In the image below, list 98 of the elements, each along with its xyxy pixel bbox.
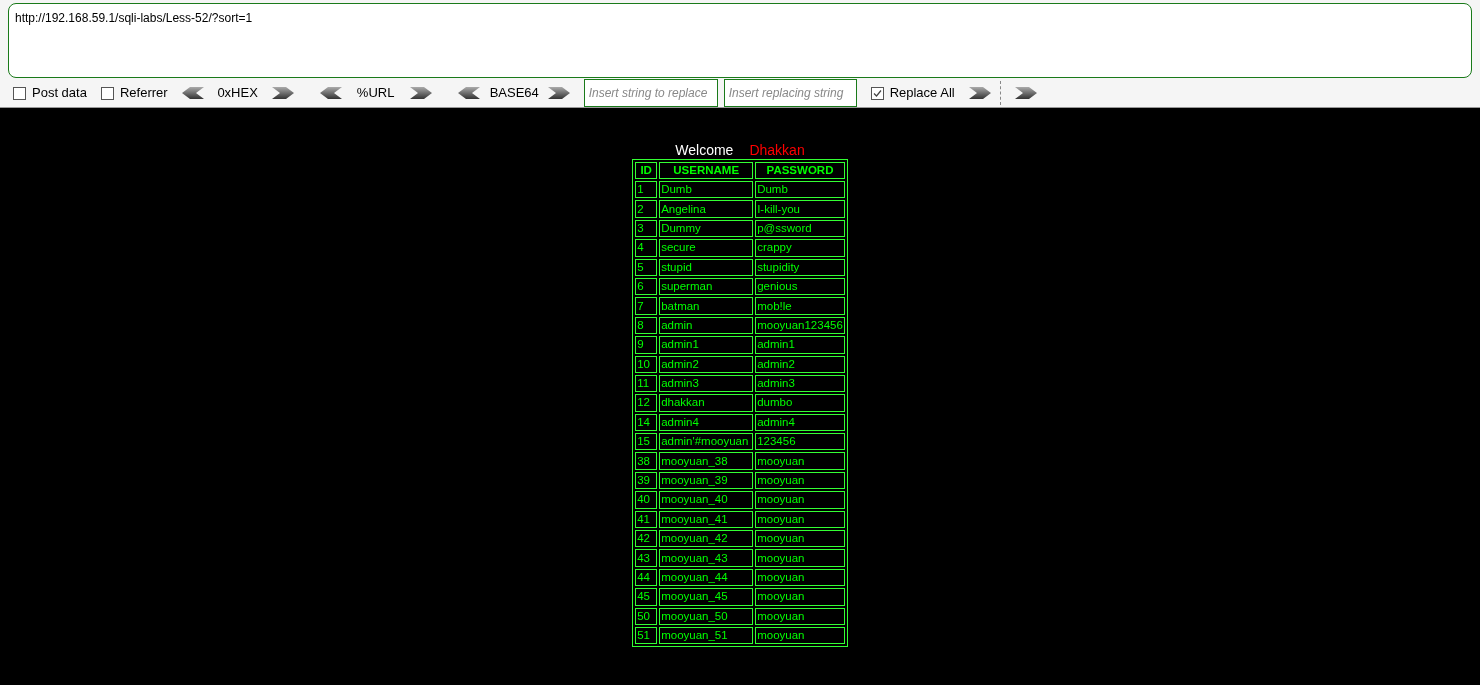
checkbox[interactable] <box>100 86 114 100</box>
encode-arrow-button[interactable] <box>547 87 570 99</box>
replace-to-field[interactable]: Insert replacing string <box>723 79 857 107</box>
table-cell: 5 <box>635 258 658 276</box>
table-cell: mooyuan <box>755 530 845 548</box>
table-cell: admin2 <box>755 355 845 373</box>
table-cell: admin4 <box>755 413 845 432</box>
table-cell: 9 <box>635 336 658 354</box>
table-cell: 41 <box>635 510 658 529</box>
table-cell: Dumb <box>755 181 845 199</box>
table-cell: mooyuan <box>755 510 845 529</box>
table-cell: 123456 <box>755 433 845 451</box>
table-cell: genious <box>755 277 845 296</box>
table-cell: 38 <box>635 452 658 470</box>
table-cell: mooyuan <box>755 607 845 625</box>
table-cell: admin3 <box>659 374 754 393</box>
table-cell: I-kill-you <box>755 200 845 218</box>
encode-arrow-button[interactable] <box>271 87 294 99</box>
checkbox-label: Replace All <box>889 84 955 103</box>
url-field[interactable]: http://192.168.59.1/sqli-labs/Less-52/?sort=1 <box>8 3 1472 78</box>
decode-arrow-button[interactable] <box>181 87 204 99</box>
table-cell: mooyuan_41 <box>659 510 754 529</box>
table-cell: 7 <box>635 297 658 315</box>
welcome-text: Welcome <box>675 142 734 158</box>
table-cell: Dumb <box>659 181 754 199</box>
table-cell: 14 <box>635 413 658 432</box>
replace-arrow-button[interactable] <box>968 87 991 99</box>
table-cell: mooyuan <box>755 452 845 470</box>
table-cell: dumbo <box>755 394 845 412</box>
table-cell: mob!le <box>755 297 845 315</box>
table-cell: 43 <box>635 549 658 567</box>
table-cell: 50 <box>635 607 658 625</box>
table-cell: crappy <box>755 239 845 257</box>
column-header: PASSWORD <box>755 162 845 179</box>
checkbox-label: Post data <box>32 84 87 103</box>
table-cell: 42 <box>635 530 658 548</box>
table-cell: admin <box>659 316 754 335</box>
checkbox[interactable] <box>13 86 26 100</box>
table-cell: 15 <box>635 433 658 451</box>
table-cell: mooyuan <box>755 627 845 645</box>
decode-arrow-button[interactable] <box>319 87 342 99</box>
checkbox[interactable] <box>870 86 884 100</box>
encoder-label: 0xHEX <box>216 84 259 103</box>
checkmark-icon <box>872 88 882 98</box>
run-arrow-button[interactable] <box>1014 87 1037 99</box>
table-cell: mooyuan <box>755 491 845 509</box>
table-cell: Angelina <box>659 200 754 218</box>
encode-arrow-button[interactable] <box>409 87 432 99</box>
table-cell: 10 <box>635 355 658 373</box>
table-cell: 45 <box>635 588 658 606</box>
table-cell: 40 <box>635 491 658 509</box>
table-cell: 1 <box>635 181 658 199</box>
table-cell: dhakkan <box>659 394 754 412</box>
table-cell: 12 <box>635 394 658 412</box>
table-cell: mooyuan_43 <box>659 549 754 567</box>
table-cell: p@ssword <box>755 219 845 238</box>
table-cell: mooyuan <box>755 588 845 606</box>
table-cell: superman <box>659 277 754 296</box>
table-cell: admin'#mooyuan <box>659 433 754 451</box>
replace-from-field[interactable]: Insert string to replace <box>583 79 718 107</box>
encoder-label: BASE64 <box>489 84 538 103</box>
decode-arrow-button[interactable] <box>457 87 480 99</box>
table-cell: 44 <box>635 568 658 587</box>
table-cell: admin1 <box>755 336 845 354</box>
column-header: ID <box>635 162 658 179</box>
table-cell: mooyuan <box>755 549 845 567</box>
table-cell: 6 <box>635 277 658 296</box>
table-cell: admin3 <box>755 374 845 393</box>
encoder-label: %URL <box>355 84 396 103</box>
table-cell: 8 <box>635 316 658 335</box>
table-cell: admin1 <box>659 336 754 354</box>
table-cell: batman <box>659 297 754 315</box>
checkbox-label: Referrer <box>119 84 168 103</box>
table-cell: 39 <box>635 471 658 490</box>
table-cell: 3 <box>635 219 658 238</box>
table-cell: mooyuan123456 <box>755 316 845 335</box>
table-cell: mooyuan_39 <box>659 471 754 490</box>
table-cell: Dummy <box>659 219 754 238</box>
column-header: USERNAME <box>659 162 754 179</box>
table-cell: mooyuan <box>755 568 845 587</box>
table-cell: stupid <box>659 258 754 276</box>
table-cell: 4 <box>635 239 658 257</box>
table-cell: mooyuan_45 <box>659 588 754 606</box>
table-cell: mooyuan_44 <box>659 568 754 587</box>
table-cell: stupidity <box>755 258 845 276</box>
table-cell: 51 <box>635 627 658 645</box>
table-cell: admin4 <box>659 413 754 432</box>
table-cell: secure <box>659 239 754 257</box>
table-cell: admin2 <box>659 355 754 373</box>
table-cell: mooyuan_42 <box>659 530 754 548</box>
user-name: Dhakkan <box>749 142 805 158</box>
table-cell: mooyuan_51 <box>659 627 754 645</box>
table-cell: mooyuan <box>755 471 845 490</box>
table-cell: mooyuan_50 <box>659 607 754 625</box>
table-cell: 2 <box>635 200 658 218</box>
table-cell: mooyuan_40 <box>659 491 754 509</box>
table-cell: mooyuan_38 <box>659 452 754 470</box>
table-cell: 11 <box>635 374 658 393</box>
